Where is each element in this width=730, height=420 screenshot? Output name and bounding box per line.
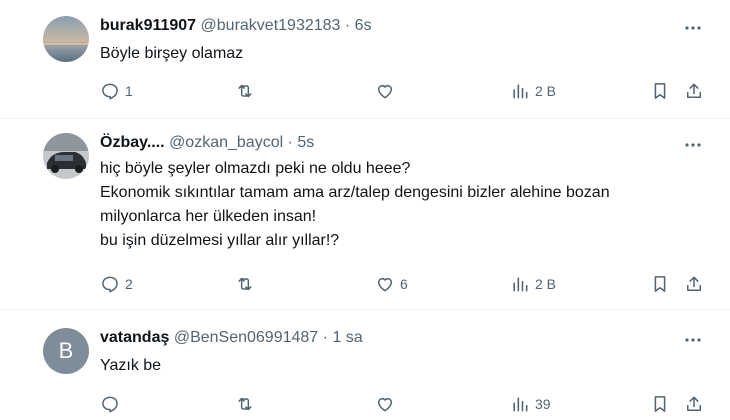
reply-icon bbox=[102, 83, 118, 100]
display-name[interactable]: Özbay.... bbox=[100, 134, 165, 151]
tweet-text-line: Yazık be bbox=[100, 357, 162, 374]
share-icon bbox=[687, 83, 701, 98]
share-icon bbox=[687, 396, 701, 411]
share-icon bbox=[687, 276, 701, 291]
share-button[interactable] bbox=[684, 392, 704, 416]
timestamp[interactable]: 6s bbox=[355, 17, 372, 34]
tweet-text-line: bu işin düzelmesi yıllar alır yıllar!? bbox=[100, 232, 340, 249]
tweet-text-line: Ekonomik sıkıntılar tamam ama arz/talep … bbox=[100, 184, 610, 201]
view-count: 2 B bbox=[535, 83, 557, 99]
tweet-header: Özbay.... @ozkan_baycol · 5s bbox=[100, 133, 314, 153]
avatar[interactable]: B bbox=[43, 328, 89, 374]
reply-count: 2 bbox=[125, 276, 133, 292]
retweet-button[interactable] bbox=[235, 79, 260, 103]
view-count: 39 bbox=[535, 396, 551, 412]
reply-icon bbox=[102, 276, 118, 293]
like-button[interactable] bbox=[375, 79, 400, 103]
share-button[interactable] bbox=[684, 272, 704, 296]
tweet[interactable]: Özbay.... @ozkan_baycol · 5s hiç böyle ş… bbox=[0, 119, 730, 309]
like-button[interactable]: 6 bbox=[375, 272, 408, 296]
views-button[interactable]: 39 bbox=[510, 392, 551, 416]
avatar[interactable] bbox=[43, 133, 89, 179]
heart-icon bbox=[378, 398, 392, 412]
like-count: 6 bbox=[400, 276, 408, 292]
reply-button[interactable]: 1 bbox=[100, 79, 133, 103]
bookmark-button[interactable] bbox=[650, 79, 670, 103]
separator-dot: · bbox=[322, 329, 328, 346]
reply-icon bbox=[102, 396, 118, 413]
tweet-actions: 39 bbox=[100, 392, 710, 416]
views-chart-icon bbox=[513, 277, 528, 292]
separator-dot: · bbox=[344, 17, 351, 34]
retweet-icon bbox=[238, 277, 252, 291]
more-options-icon[interactable] bbox=[683, 330, 703, 350]
tweet-actions: 2 6 2 B bbox=[100, 272, 710, 296]
tweet-text: Yazık be bbox=[100, 354, 161, 378]
retweet-button[interactable] bbox=[235, 392, 260, 416]
bookmark-icon bbox=[654, 83, 666, 99]
tweet-actions: 1 2 B bbox=[100, 79, 710, 103]
user-handle[interactable]: @BenSen06991487 bbox=[174, 329, 318, 346]
user-handle[interactable]: @ozkan_baycol bbox=[169, 134, 283, 151]
avatar[interactable] bbox=[43, 16, 89, 62]
tweet-text: Böyle birşey olamaz bbox=[100, 42, 243, 66]
reply-button[interactable] bbox=[100, 392, 125, 416]
reply-count: 1 bbox=[125, 83, 133, 99]
user-handle[interactable]: @burakvet1932183 bbox=[201, 17, 341, 34]
bookmark-icon bbox=[654, 276, 666, 292]
more-options-icon[interactable] bbox=[683, 135, 703, 155]
more-options-icon[interactable] bbox=[683, 18, 703, 38]
avatar-letter: B bbox=[58, 338, 74, 363]
views-chart-icon bbox=[513, 397, 528, 412]
like-button[interactable] bbox=[375, 392, 400, 416]
bookmark-button[interactable] bbox=[650, 392, 670, 416]
reply-button[interactable]: 2 bbox=[100, 272, 133, 296]
retweet-icon bbox=[238, 397, 252, 411]
timestamp[interactable]: 5s bbox=[297, 134, 314, 151]
display-name[interactable]: vatandaş bbox=[100, 329, 169, 346]
tweet-text: hiç böyle şeyler olmazdı peki ne oldu he… bbox=[100, 157, 610, 253]
heart-icon bbox=[378, 278, 392, 292]
separator-dot: · bbox=[287, 134, 293, 151]
tweet-text-line: milyonlarca her ülkeden insan! bbox=[100, 208, 317, 225]
tweet-text-line: Böyle birşey olamaz bbox=[100, 45, 244, 62]
tweet[interactable]: burak911907 @burakvet1932183 · 6s Böyle … bbox=[0, 0, 730, 118]
retweet-icon bbox=[238, 84, 252, 98]
views-button[interactable]: 2 B bbox=[510, 79, 556, 103]
tweet[interactable]: B vatandaş @BenSen06991487 · 1 sa Yazık … bbox=[0, 310, 730, 420]
views-chart-icon bbox=[513, 84, 528, 99]
retweet-button[interactable] bbox=[235, 272, 260, 296]
share-button[interactable] bbox=[684, 79, 704, 103]
tweet-text-line: hiç böyle şeyler olmazdı peki ne oldu he… bbox=[100, 160, 411, 177]
views-button[interactable]: 2 B bbox=[510, 272, 556, 296]
bookmark-icon bbox=[654, 396, 666, 412]
tweet-header: vatandaş @BenSen06991487 · 1 sa bbox=[100, 328, 363, 348]
tweet-header: burak911907 @burakvet1932183 · 6s bbox=[100, 16, 372, 36]
bookmark-button[interactable] bbox=[650, 272, 670, 296]
display-name[interactable]: burak911907 bbox=[100, 17, 196, 34]
view-count: 2 B bbox=[535, 276, 557, 292]
heart-icon bbox=[378, 85, 392, 99]
timestamp[interactable]: 1 sa bbox=[332, 329, 362, 346]
